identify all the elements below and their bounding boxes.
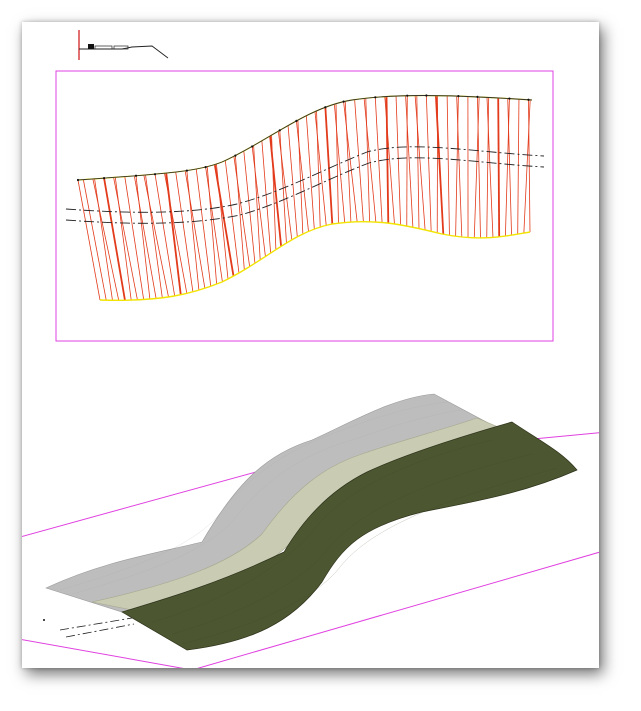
vertex-marker bbox=[185, 169, 188, 172]
vertex-marker bbox=[153, 173, 157, 176]
sample-line[interactable] bbox=[374, 97, 383, 223]
road-edge-line[interactable] bbox=[77, 95, 533, 181]
sample-line[interactable] bbox=[133, 175, 157, 299]
sample-line[interactable] bbox=[497, 97, 501, 237]
sample-line[interactable] bbox=[297, 120, 304, 235]
sample-line[interactable] bbox=[517, 99, 520, 235]
sample-line[interactable] bbox=[456, 96, 463, 238]
vertex-markers bbox=[76, 94, 530, 182]
cad-canvas[interactable] bbox=[22, 22, 599, 668]
3d-model-view[interactable] bbox=[22, 393, 599, 668]
vertex-marker bbox=[204, 166, 207, 169]
sample-line[interactable] bbox=[316, 110, 321, 228]
sample-line[interactable] bbox=[184, 170, 206, 289]
sample-line[interactable] bbox=[416, 95, 420, 229]
drawing-window bbox=[22, 22, 599, 668]
sample-line[interactable] bbox=[124, 176, 145, 300]
sample-line[interactable] bbox=[363, 98, 377, 223]
sample-line[interactable] bbox=[314, 111, 327, 226]
sample-line[interactable] bbox=[82, 179, 107, 301]
sample-line[interactable] bbox=[473, 96, 480, 238]
vertex-marker bbox=[134, 174, 138, 177]
vertex-marker bbox=[425, 94, 428, 97]
sample-line[interactable] bbox=[414, 95, 426, 230]
sample-line[interactable] bbox=[335, 103, 339, 224]
plan-view[interactable] bbox=[55, 70, 554, 342]
vertex-marker bbox=[234, 154, 237, 157]
vertex-marker bbox=[342, 100, 345, 103]
vertex-marker bbox=[278, 129, 281, 132]
sample-line[interactable] bbox=[186, 170, 200, 291]
sample-line[interactable] bbox=[504, 98, 510, 237]
alignment-3d[interactable] bbox=[59, 617, 135, 638]
vertex-marker bbox=[406, 94, 409, 97]
sample-line[interactable] bbox=[384, 96, 395, 225]
vertex-marker bbox=[76, 178, 80, 182]
vertex-marker bbox=[295, 119, 298, 122]
vertex-marker bbox=[102, 177, 106, 180]
sample-line[interactable] bbox=[213, 164, 235, 277]
vertex-marker bbox=[374, 96, 377, 99]
assembly-preview-icon bbox=[78, 30, 169, 60]
daylight-line-top[interactable] bbox=[77, 94, 533, 181]
sample-line[interactable] bbox=[395, 96, 402, 225]
sample-line[interactable] bbox=[333, 104, 346, 223]
sample-line[interactable] bbox=[425, 95, 432, 232]
vertex-marker bbox=[508, 97, 511, 100]
sample-line[interactable] bbox=[446, 95, 450, 236]
vertex-marker bbox=[476, 95, 479, 98]
vertex-marker bbox=[457, 95, 460, 98]
point-marker[interactable] bbox=[43, 619, 45, 621]
sample-line[interactable] bbox=[507, 98, 512, 236]
sample-line[interactable] bbox=[94, 178, 113, 301]
sample-line[interactable] bbox=[305, 115, 315, 230]
sample-line[interactable] bbox=[354, 99, 364, 222]
vertex-marker bbox=[251, 145, 254, 148]
sample-line[interactable] bbox=[296, 120, 309, 232]
sample-line[interactable] bbox=[164, 173, 188, 294]
sample-line[interactable] bbox=[324, 107, 334, 225]
sample-line[interactable] bbox=[365, 98, 371, 222]
sample-line[interactable] bbox=[243, 151, 256, 264]
sample-line[interactable] bbox=[114, 177, 132, 301]
sample-line[interactable] bbox=[477, 96, 481, 238]
sample-line[interactable] bbox=[455, 96, 459, 237]
section-sample-lines[interactable] bbox=[77, 95, 531, 301]
vertex-marker bbox=[324, 106, 327, 109]
vertex-marker bbox=[527, 98, 530, 101]
sample-line[interactable] bbox=[113, 177, 138, 300]
